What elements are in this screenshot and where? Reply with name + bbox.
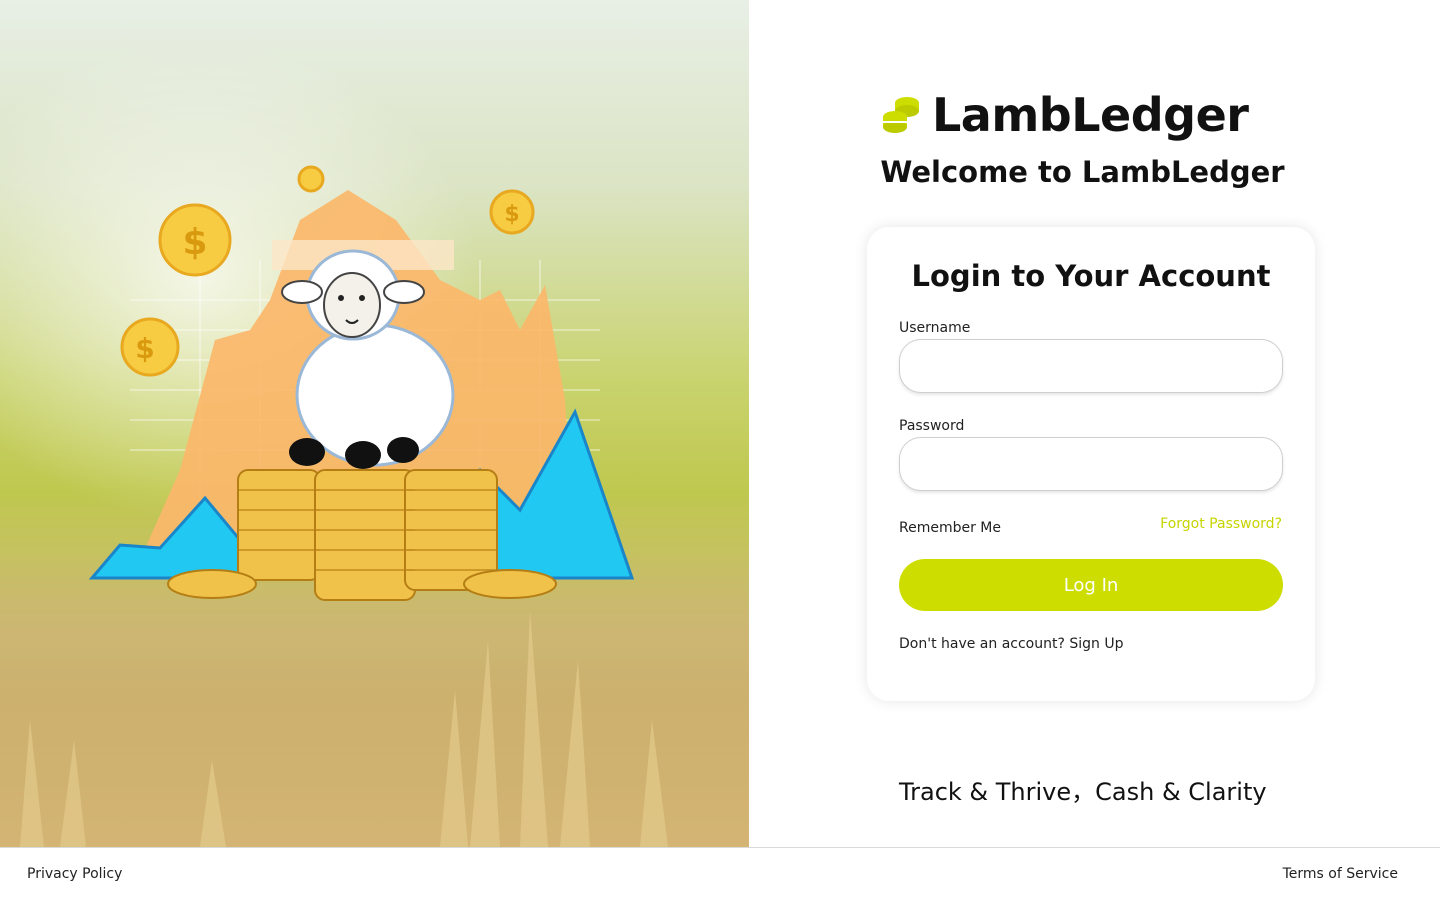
username-label: Username <box>899 320 971 336</box>
login-button[interactable]: Log In <box>899 559 1283 611</box>
svg-text:$: $ <box>504 202 519 227</box>
tagline: Track & Thrive，Cash & Clarity <box>899 778 1267 806</box>
hero-image: $ $ $ <box>0 0 749 847</box>
privacy-policy-link[interactable]: Privacy Policy <box>27 866 122 882</box>
login-title: Login to Your Account <box>911 259 1271 293</box>
footer: Privacy Policy Terms of Service <box>0 847 1440 900</box>
password-input[interactable] <box>899 437 1283 491</box>
signup-link[interactable]: Sign Up <box>1069 636 1123 652</box>
svg-text:$: $ <box>182 222 207 263</box>
welcome-text: Welcome to LambLedger <box>880 155 1285 189</box>
brand: LambLedger <box>882 88 1249 142</box>
welcome-heading: Welcome to LambLedger <box>749 155 1440 189</box>
signup-prompt-text: Don't have an account? <box>899 636 1070 652</box>
terms-of-service-link[interactable]: Terms of Service <box>1283 866 1398 882</box>
svg-text:$: $ <box>135 332 154 365</box>
remember-me-toggle[interactable]: Remember Me <box>899 520 1001 536</box>
sheep-on-coins-illustration: $ $ $ <box>20 165 668 847</box>
login-card: Login to Your Account Username Password … <box>867 227 1315 701</box>
brand-name: LambLedger <box>932 88 1249 142</box>
coin-stack-icon <box>883 97 919 133</box>
signup-prompt: Don't have an account? Sign Up <box>899 636 1124 652</box>
password-label: Password <box>899 418 965 434</box>
forgot-password-link[interactable]: Forgot Password? <box>1160 516 1282 532</box>
username-input[interactable] <box>899 339 1283 393</box>
